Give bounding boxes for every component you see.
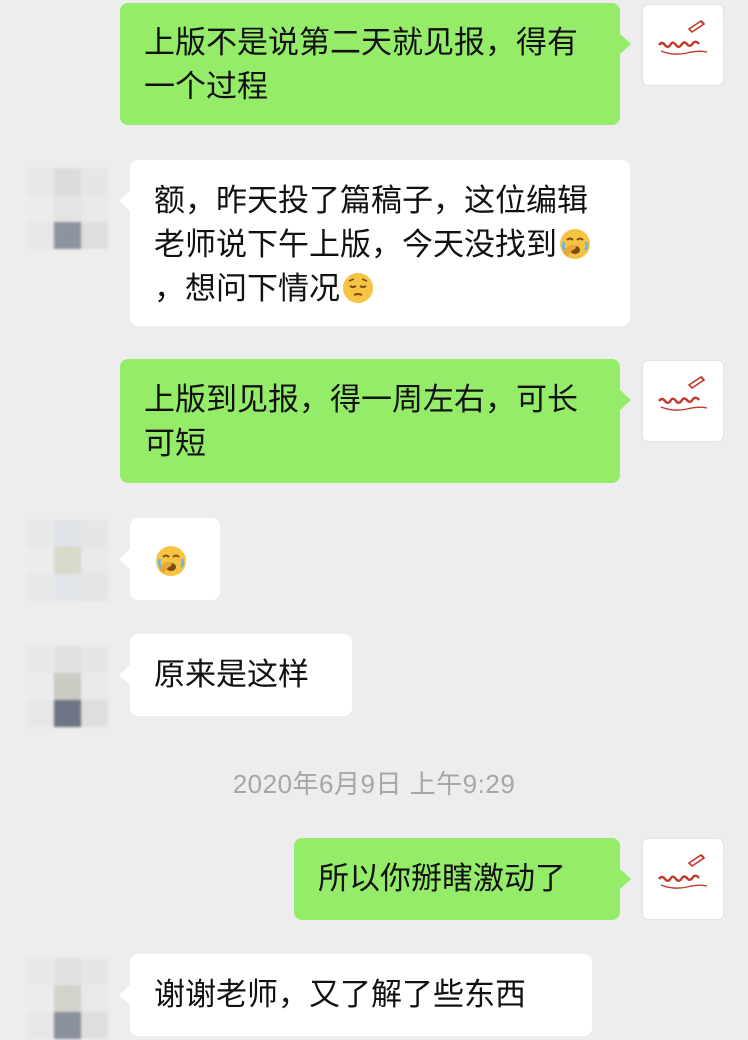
- contact-avatar[interactable]: [27, 168, 109, 250]
- facepalm-emoji: [156, 546, 186, 576]
- message-timestamp: 2020年6月9日 上午9:29: [232, 769, 516, 799]
- message-text: 原来是这样: [154, 657, 309, 693]
- facepalm-emoji: [560, 229, 590, 259]
- message-text: 上版不是说第二天就见报，得有一个过程: [144, 25, 578, 105]
- message-bubble-incoming[interactable]: [119, 518, 220, 600]
- message-text: 谢谢老师，又了解了些东西: [154, 977, 526, 1013]
- calligraphy-logo-icon: [658, 853, 708, 889]
- message-bubble-incoming[interactable]: 谢谢老师，又了解了些东西: [119, 954, 592, 1036]
- calligraphy-logo-icon: [658, 375, 708, 411]
- contact-avatar[interactable]: [27, 646, 109, 728]
- message-text: 上版到见报，得一周左右，可长可短: [144, 382, 578, 462]
- message-bubble-outgoing[interactable]: 上版到见报，得一周左右，可长可短: [120, 359, 631, 483]
- message-text-continued: ，想问下情况: [154, 271, 340, 307]
- calligraphy-logo-icon: [658, 19, 708, 55]
- message-bubble-outgoing[interactable]: 上版不是说第二天就见报，得有一个过程: [120, 3, 631, 125]
- self-avatar[interactable]: [642, 4, 724, 86]
- message-bubble-outgoing[interactable]: 所以你掰瞎激动了: [294, 838, 631, 920]
- message-bubble-incoming[interactable]: 原来是这样: [119, 634, 352, 716]
- message-bubble-incoming[interactable]: 额，昨天投了篇稿子，这位编辑老师说下午上版，今天没找到 ，想问下情况: [119, 160, 630, 326]
- message-text: 所以你掰瞎激动了: [318, 861, 566, 897]
- message-text: 额，昨天投了篇稿子，这位编辑老师说下午上版，今天没找到: [154, 183, 588, 263]
- pensive-emoji: [343, 273, 373, 303]
- contact-avatar[interactable]: [27, 958, 109, 1040]
- self-avatar[interactable]: [642, 360, 724, 442]
- self-avatar[interactable]: [642, 838, 724, 920]
- contact-avatar[interactable]: [27, 520, 109, 602]
